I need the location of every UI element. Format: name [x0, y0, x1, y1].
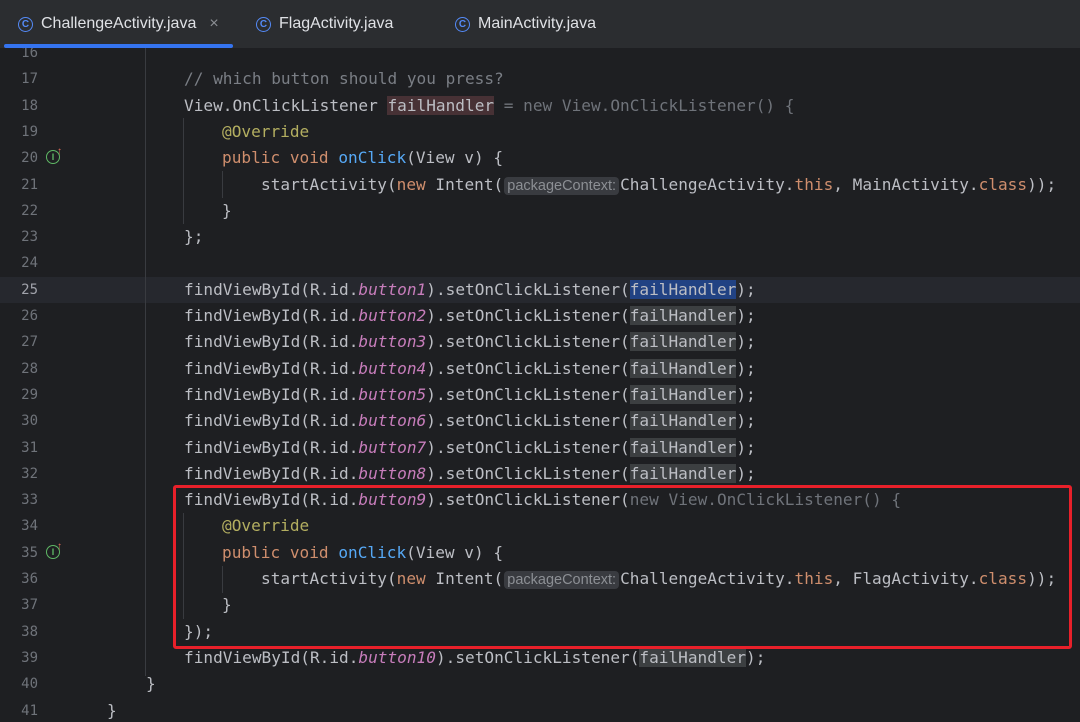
line-number: 20 [21, 150, 38, 167]
code-line: 30 findViewById(R.id.button6).setOnClick… [0, 408, 1080, 434]
line-number: 26 [21, 308, 38, 324]
selected-fail-handler[interactable]: failHandler [629, 279, 737, 299]
line-number: 16 [21, 48, 38, 61]
indent-guide [183, 118, 184, 224]
line-number: 35 [21, 544, 38, 561]
code-line: 18 View.OnClickListener failHandler = ne… [0, 93, 1080, 119]
method-name: onClick [338, 148, 407, 168]
code-line-current: 25 findViewById(R.id.button1).setOnClick… [0, 276, 1080, 303]
code-line: 19 @Override [0, 119, 1080, 145]
go-to-super-arrow-icon: ↑ [57, 540, 62, 552]
class-file-icon: C [256, 16, 271, 32]
line-number: 25 [21, 281, 38, 298]
class-file-icon: C [18, 16, 33, 32]
close-tab-icon[interactable]: × [209, 15, 218, 33]
tab-main-activity[interactable]: C MainActivity.java [455, 0, 596, 48]
fail-handler-usage[interactable]: failHandler [629, 411, 737, 431]
tab-label: FlagActivity.java [279, 15, 394, 32]
fail-handler-usage[interactable]: failHandler [639, 647, 747, 667]
line-number: 36 [21, 571, 38, 587]
line-number: 32 [21, 465, 38, 482]
code-line: 29 findViewById(R.id.button5).setOnClick… [0, 382, 1080, 408]
code-line: 23 }; [0, 224, 1080, 250]
line-number: 19 [21, 123, 38, 140]
code-line: 40 } [0, 671, 1080, 697]
code-line: 21 startActivity(new Intent(packageConte… [0, 172, 1080, 198]
line-number: 41 [21, 702, 38, 719]
code-line: 22 } [0, 198, 1080, 224]
code-line: 16 [0, 48, 1080, 66]
tab-challenge-activity[interactable]: C ChallengeActivity.java × [4, 0, 233, 48]
variable-fail-handler-declaration[interactable]: failHandler [387, 95, 495, 115]
code-line: 31 findViewById(R.id.button7).setOnClick… [0, 435, 1080, 461]
code-editor[interactable]: 16 17 // which button should you press? … [0, 48, 1080, 722]
code-line: 32 findViewById(R.id.button8).setOnClick… [0, 461, 1080, 487]
line-number: 24 [21, 255, 38, 272]
fail-handler-usage[interactable]: failHandler [629, 358, 737, 378]
go-to-super-arrow-icon: ↑ [57, 146, 62, 158]
tab-flag-activity[interactable]: C FlagActivity.java [256, 0, 393, 48]
tab-label: ChallengeActivity.java [41, 15, 197, 32]
code-line: 26 findViewById(R.id.button2).setOnClick… [0, 303, 1080, 329]
code-type: View.OnClickListener [184, 95, 388, 115]
indent-guide [222, 171, 223, 198]
code-line: 28 findViewById(R.id.button4).setOnClick… [0, 356, 1080, 382]
line-number: 23 [21, 229, 38, 246]
fail-handler-usage[interactable]: failHandler [629, 332, 737, 352]
line-number: 21 [21, 176, 38, 193]
parameter-hint: packageContext: [504, 176, 620, 195]
code-line: 24 [0, 250, 1080, 276]
code-line: 41 } [0, 698, 1080, 722]
tab-label: MainActivity.java [478, 15, 596, 32]
fail-handler-usage[interactable]: failHandler [629, 306, 737, 325]
line-number: 39 [21, 649, 38, 666]
editor-tab-bar: C ChallengeActivity.java × C FlagActivit… [0, 0, 1080, 49]
code-line: 27 findViewById(R.id.button3).setOnClick… [0, 329, 1080, 355]
line-number: 40 [21, 676, 38, 693]
fail-handler-usage[interactable]: failHandler [629, 437, 737, 457]
line-number: 29 [21, 386, 38, 403]
code-line: 17 // which button should you press? [0, 66, 1080, 92]
line-number: 33 [21, 492, 38, 509]
line-number: 17 [21, 71, 38, 88]
fail-handler-usage[interactable]: failHandler [629, 384, 737, 404]
line-number: 27 [21, 334, 38, 351]
code-comment: // which button should you press? [184, 69, 504, 89]
line-number: 31 [21, 439, 38, 456]
code-line: 20 I ↑ public void onClick(View v) { [0, 145, 1080, 171]
line-number: 22 [21, 202, 38, 219]
line-number: 37 [21, 597, 38, 614]
line-number: 28 [21, 360, 38, 377]
line-number: 30 [21, 413, 38, 430]
line-number: 34 [21, 518, 38, 535]
indent-guide [145, 48, 146, 676]
line-number: 18 [21, 97, 38, 114]
highlight-annotation-box [173, 485, 1072, 649]
fail-handler-usage[interactable]: failHandler [629, 463, 737, 483]
class-file-icon: C [455, 16, 470, 32]
override-annotation: @Override [222, 121, 310, 141]
line-number: 38 [21, 623, 38, 640]
